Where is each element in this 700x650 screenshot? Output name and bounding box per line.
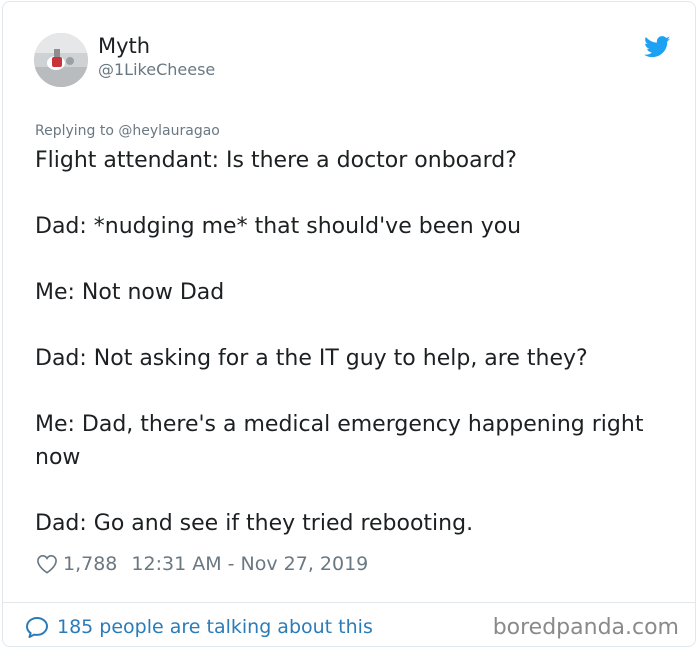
tweet-timestamp[interactable]: 12:31 AM - Nov 27, 2019 xyxy=(131,553,368,575)
divider xyxy=(3,602,695,603)
tweet-paragraph: Flight attendant: Is there a doctor onbo… xyxy=(35,148,517,173)
heart-icon[interactable] xyxy=(36,554,58,574)
author-handle[interactable]: @1LikeCheese xyxy=(98,60,215,80)
tweet-meta: 1,788 12:31 AM - Nov 27, 2019 xyxy=(36,551,368,577)
watermark: boredpanda.com xyxy=(492,615,679,640)
tweet-paragraph: Dad: *nudging me* that should've been yo… xyxy=(35,214,522,239)
avatar[interactable] xyxy=(34,33,88,87)
tweet-paragraph: Me: Not now Dad xyxy=(35,280,225,305)
avatar-photo-icon xyxy=(34,33,88,87)
tweet-paragraph: Dad: Not asking for a the IT guy to help… xyxy=(35,346,588,371)
speech-bubble-icon xyxy=(26,616,48,638)
tweet-card: Myth @1LikeCheese Replying to @heylaurag… xyxy=(2,1,696,647)
replying-to-link[interactable]: Replying to @heylauragao xyxy=(35,122,220,140)
like-count[interactable]: 1,788 xyxy=(63,553,117,575)
conversation-link[interactable]: 185 people are talking about this xyxy=(25,614,373,640)
tweet-text: Flight attendant: Is there a doctor onbo… xyxy=(35,144,675,540)
tweet-paragraph: Dad: Go and see if they tried rebooting. xyxy=(35,511,474,536)
conversation-count-text[interactable]: 185 people are talking about this xyxy=(57,616,373,638)
tweet-paragraph: Me: Dad, there's a medical emergency hap… xyxy=(35,412,644,470)
author-name[interactable]: Myth xyxy=(98,33,150,59)
twitter-bird-icon[interactable] xyxy=(644,36,671,58)
